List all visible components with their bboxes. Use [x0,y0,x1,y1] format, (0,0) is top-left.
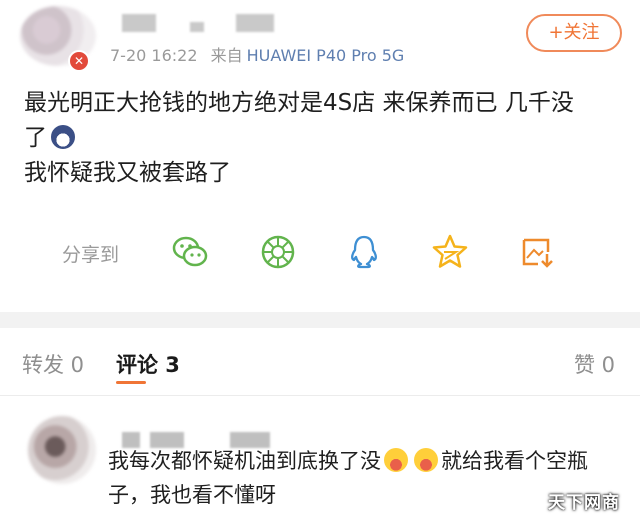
post-source-prefix: 来自 [210,46,243,65]
husky-emoji-icon [51,125,75,149]
comment-text-part-1: 我每次都怀疑机油到底换了没 [108,449,381,473]
post-timestamp: 7-20 16:22 [110,46,198,65]
qzone-star-icon[interactable] [430,232,470,272]
moments-icon[interactable] [258,232,298,272]
share-label: 分享到 [62,244,120,266]
username-blurred-2 [190,22,204,32]
commenter-avatar[interactable] [28,416,96,484]
qq-icon[interactable] [344,232,384,272]
tab-like[interactable]: 赞 0 [574,349,615,379]
tab-comment[interactable]: 评论 3 [116,349,180,379]
tab-repost[interactable]: 转发 0 [22,349,84,379]
username-blurred-3 [236,14,274,32]
post-content: 最光明正大抢钱的地方绝对是4S店 来保养而已 几千没 了 我怀疑我又被套路了 [24,86,624,191]
save-image-icon[interactable] [518,232,558,272]
laughing-emoji-icon [414,448,438,472]
wechat-icon[interactable] [170,232,210,272]
username-blurred[interactable] [122,14,156,32]
post-device-link[interactable]: HUAWEI P40 Pro 5G [247,46,405,65]
post-text-line-1: 最光明正大抢钱的地方绝对是4S店 来保养而已 几千没 [24,90,574,116]
post-text-line-2: 了 [24,121,624,156]
follow-button[interactable]: +关注 [526,14,622,52]
laughing-emoji-icon [384,448,408,472]
post-text-line-3: 我怀疑我又被套路了 [24,160,231,186]
post-meta: 7-20 16:22 来自 HUAWEI P40 Pro 5G [110,42,404,66]
watermark: 天下网商 [548,493,620,513]
active-tab-indicator [116,381,146,384]
section-divider [0,312,640,328]
verified-badge-icon: ✕ [68,50,90,72]
post-text-line-2-text: 了 [24,125,47,151]
tabs-divider [0,395,640,396]
